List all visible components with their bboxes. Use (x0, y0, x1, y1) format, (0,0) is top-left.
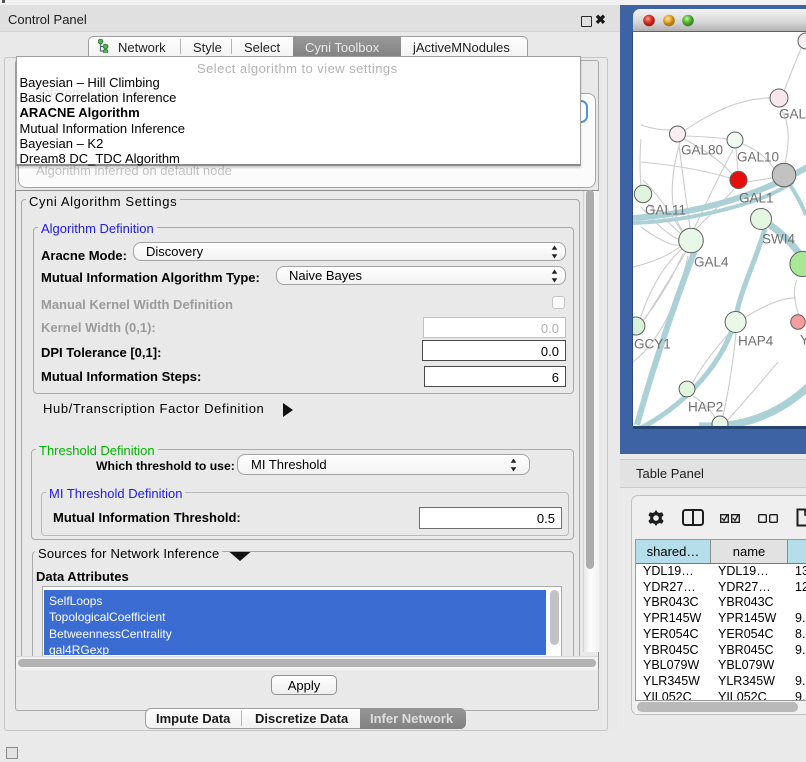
svg-text:GCY1: GCY1 (634, 337, 671, 352)
svg-text:GAL1: GAL1 (739, 191, 774, 206)
svg-text:GAL80: GAL80 (681, 143, 723, 158)
svg-text:SWI4: SWI4 (762, 232, 795, 247)
svg-text:HAP4: HAP4 (738, 334, 774, 349)
svg-text:GAL10: GAL10 (737, 150, 779, 165)
svg-text:GAL: GAL (779, 107, 806, 122)
svg-text:GAL11: GAL11 (645, 203, 686, 218)
svg-text:Y: Y (800, 333, 806, 348)
svg-text:GAL4: GAL4 (694, 255, 729, 270)
svg-text:HAP2: HAP2 (688, 400, 723, 415)
